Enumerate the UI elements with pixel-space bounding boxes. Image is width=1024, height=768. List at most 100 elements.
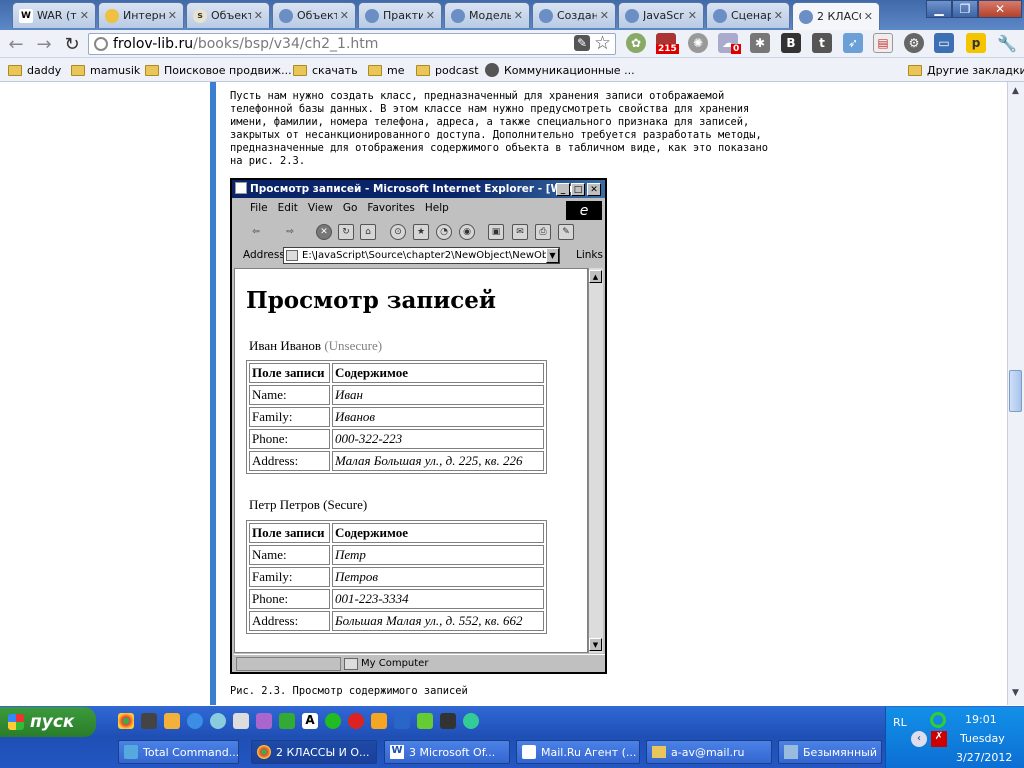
close-icon[interactable]: ✕	[254, 9, 263, 22]
scrollbar-thumb[interactable]	[1009, 370, 1022, 412]
bookmark-item[interactable]: скачать	[293, 62, 358, 78]
bookmark-star-icon[interactable]: ☆	[594, 32, 611, 54]
quicklaunch-icon[interactable]	[371, 713, 387, 729]
tab-2[interactable]: s Объект ✕	[186, 2, 270, 28]
close-icon[interactable]: ✕	[774, 9, 783, 22]
tab-7[interactable]: JavaScr ✕	[618, 2, 704, 28]
task-total-commander[interactable]: Total Command...	[118, 740, 239, 764]
quicklaunch-icon[interactable]	[394, 713, 410, 729]
quicklaunch-icon[interactable]	[325, 713, 341, 729]
bookmark-item[interactable]: podcast	[416, 62, 479, 78]
security-icon[interactable]: ✗	[931, 731, 947, 747]
ie-close-icon: ✕	[587, 183, 601, 196]
task-word[interactable]: W3 Microsoft Of...	[384, 740, 510, 764]
globe-icon	[365, 8, 379, 23]
ie-links-label: Links	[576, 249, 603, 261]
wikipedia-icon: W	[19, 8, 33, 23]
quicklaunch-icon[interactable]	[164, 713, 180, 729]
tab-8[interactable]: Сценари✕	[706, 2, 790, 28]
close-icon[interactable]: ✕	[426, 9, 435, 22]
page-action-icon[interactable]: ✎	[574, 35, 590, 51]
reload-icon[interactable]: ↻	[61, 33, 83, 55]
bookmark-item[interactable]: Коммуникационные ...	[485, 62, 635, 78]
tab-1[interactable]: Интерне✕	[98, 2, 184, 28]
close-icon[interactable]: ✕	[514, 9, 523, 22]
table-cell-label: Phone:	[249, 429, 330, 449]
tab-0[interactable]: W WAR (ті ✕	[12, 2, 96, 28]
task-folder[interactable]: a-av@mail.ru	[646, 740, 772, 764]
ie-address-dropdown-icon: ▼	[546, 248, 559, 263]
extension-gear-icon[interactable]: ✿	[626, 33, 646, 53]
flash-icon[interactable]	[348, 713, 364, 729]
table-cell-label: Phone:	[249, 589, 330, 609]
ie-menu-view: View	[307, 202, 333, 214]
folder-icon	[416, 64, 430, 76]
quicklaunch-icon[interactable]	[210, 713, 226, 729]
film-icon[interactable]	[141, 713, 157, 729]
quicklaunch-icon[interactable]	[440, 713, 456, 729]
bookmark-item[interactable]: Поисковое продвиж...	[145, 62, 292, 78]
quicklaunch-icon[interactable]	[279, 713, 295, 729]
settings-extension-icon[interactable]: ⚙	[904, 33, 924, 53]
task-mail-agent[interactable]: Mail.Ru Агент (...	[516, 740, 640, 764]
chrome-icon[interactable]	[118, 713, 134, 729]
forward-icon[interactable]: →	[33, 33, 55, 55]
table-row: Name: Иван	[249, 385, 544, 405]
close-icon[interactable]: ✕	[600, 9, 609, 22]
page-left-border	[210, 82, 216, 705]
bookmark-item[interactable]: mamusik	[71, 62, 140, 78]
bookmark-item[interactable]: daddy	[8, 62, 61, 78]
tray-expand-icon[interactable]: ‹	[911, 731, 927, 747]
task-paint[interactable]: Безымянный - ...	[778, 740, 882, 764]
ie-edit-icon: ✎	[558, 224, 574, 240]
clock-time[interactable]: 19:01	[965, 713, 997, 726]
start-button[interactable]: пуск	[0, 707, 96, 737]
tab-5[interactable]: Модель ✕	[444, 2, 530, 28]
scroll-up-icon[interactable]: ▲	[1009, 86, 1022, 99]
language-indicator[interactable]: RL	[893, 716, 907, 729]
table-row: Name: Петр	[249, 545, 544, 565]
bird-extension-icon[interactable]: ➶	[843, 33, 863, 53]
tab-6[interactable]: Создани✕	[532, 2, 616, 28]
quicklaunch-icon[interactable]	[463, 713, 479, 729]
tab-3[interactable]: Объект ✕	[272, 2, 356, 28]
t-extension-icon[interactable]: t	[812, 33, 832, 53]
record-1-title: Иван Иванов (Unsecure)	[249, 338, 383, 353]
wrench-icon[interactable]: 🔧	[997, 33, 1017, 53]
close-icon[interactable]: ✕	[168, 9, 177, 22]
minimize-button[interactable]: ▁	[926, 0, 952, 18]
task-chrome[interactable]: 2 КЛАССЫ И О...	[251, 740, 377, 764]
back-icon[interactable]: ←	[5, 33, 27, 55]
table-header-row: Поле записи Содержимое	[249, 523, 544, 543]
font-icon[interactable]: A	[302, 713, 318, 729]
maximize-button[interactable]: ❐	[952, 0, 978, 18]
extension-icon[interactable]: ✺	[688, 33, 708, 53]
bug-extension-icon[interactable]: ✱	[750, 33, 770, 53]
notes-extension-icon[interactable]: ▤	[873, 33, 893, 53]
page-icon	[94, 37, 108, 51]
b-extension-icon[interactable]: B	[781, 33, 801, 53]
close-icon[interactable]: ✕	[864, 10, 873, 23]
ie-icon[interactable]	[187, 713, 203, 729]
close-icon[interactable]: ✕	[688, 9, 697, 22]
tab-4[interactable]: Практи ✕	[358, 2, 442, 28]
tab-9-active[interactable]: 2 КЛАСС✕	[792, 2, 880, 30]
quicklaunch-icon[interactable]	[417, 713, 433, 729]
quicklaunch-icon[interactable]	[256, 713, 272, 729]
close-icon[interactable]: ✕	[80, 9, 89, 22]
quicklaunch-icon[interactable]	[233, 713, 249, 729]
p-extension-icon[interactable]: p	[966, 33, 986, 53]
close-icon[interactable]: ✕	[340, 9, 349, 22]
screen-extension-icon[interactable]: ▭	[934, 33, 954, 53]
ie-history-icon: ◔	[436, 224, 452, 240]
scroll-down-icon[interactable]: ▼	[1009, 688, 1022, 701]
close-window-button[interactable]: ✕	[978, 0, 1022, 18]
folder-icon	[145, 64, 159, 76]
address-bar[interactable]: frolov-lib.ru/books/bsp/v34/ch2_1.htm	[88, 33, 616, 55]
ie-status-bar: My Computer	[234, 654, 605, 672]
other-bookmarks[interactable]: Другие закладки	[908, 62, 1024, 78]
bookmark-item[interactable]: me	[368, 62, 404, 78]
agent-icon[interactable]	[930, 712, 946, 728]
ie-mail-icon: ✉	[512, 224, 528, 240]
table-row: Family: Петров	[249, 567, 544, 587]
